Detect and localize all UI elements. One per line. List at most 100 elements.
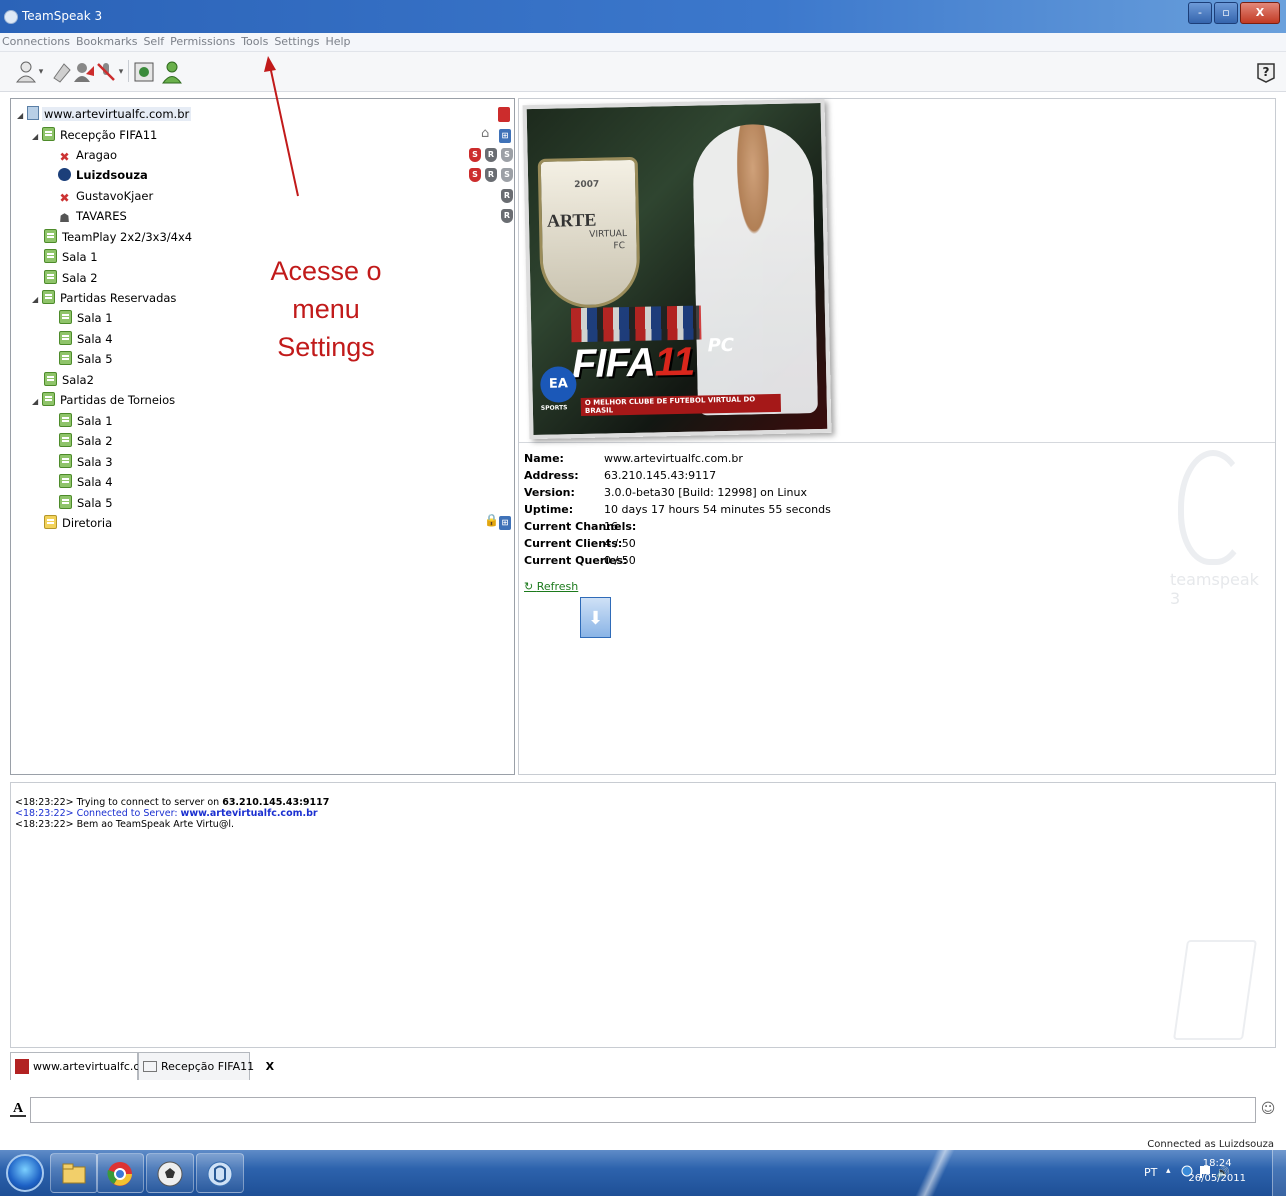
tree-subchannel[interactable]: Sala 3 xyxy=(59,452,562,472)
teamspeak-log-watermark-icon xyxy=(1172,940,1258,1040)
tree-client[interactable]: ✖ GustavoKjaer xyxy=(58,186,561,206)
server-admin-badge: S xyxy=(469,168,481,182)
explorer-icon[interactable] xyxy=(50,1153,98,1193)
chat-tabs: www.artevirtualfc.com.br Recepção FIFA11… xyxy=(10,1050,1276,1080)
channel-icon xyxy=(59,310,72,324)
channel-badge: S xyxy=(501,168,513,182)
tree-subchannel[interactable]: Sala 4 xyxy=(59,472,562,492)
maximize-button[interactable]: ▫ xyxy=(1214,2,1238,24)
channel-icon xyxy=(59,433,72,447)
emoticon-icon[interactable]: ☺ xyxy=(1260,1101,1276,1117)
help-icon[interactable]: ? xyxy=(1254,60,1278,84)
windows-taskbar: PT ▴ 🔊 18:24 26/05/2011 xyxy=(0,1150,1286,1196)
title-bar: TeamSpeak 3 - ▫ X xyxy=(0,0,1286,33)
show-desktop-button[interactable] xyxy=(1272,1150,1286,1196)
menu-connections[interactable]: Connections xyxy=(0,33,73,50)
download-icon[interactable]: ⬇ xyxy=(580,597,611,638)
annotation-text: Acesse o menu Settings xyxy=(270,256,382,362)
svg-text:?: ? xyxy=(1263,65,1270,79)
menu-settings[interactable]: Settings xyxy=(271,33,322,50)
menu-permissions[interactable]: Permissions xyxy=(167,33,238,50)
tree-subchannel[interactable]: Sala 2 xyxy=(59,431,562,451)
text-format-icon[interactable]: A xyxy=(10,1101,26,1117)
ea-sports-logo: EA xyxy=(540,366,577,403)
contacts-icon[interactable] xyxy=(160,60,184,84)
fifa-ball-icon[interactable] xyxy=(146,1153,194,1193)
ea-sports-label: SPORTS xyxy=(540,404,568,412)
channel-icon xyxy=(59,413,72,427)
tree-subchannel[interactable]: Sala 5 xyxy=(59,493,562,513)
mute-dropdown-icon[interactable]: ▾ xyxy=(116,60,126,84)
subscribe-icon[interactable] xyxy=(132,60,156,84)
banner-year: 2007 xyxy=(574,179,600,191)
log-line: <18:23:22> Connected to Server: www.arte… xyxy=(15,808,318,819)
channel-tree[interactable]: ◢ www.artevirtualfc.com.br ◢ Recepção FIFA… xyxy=(10,98,515,775)
tree-subchannel[interactable]: Sala 1 xyxy=(59,411,562,431)
system-clock[interactable]: 18:24 26/05/2011 xyxy=(1188,1156,1246,1186)
tray-expand-icon[interactable]: ▴ xyxy=(1166,1166,1171,1176)
lock-icon: 🔒 xyxy=(484,513,499,527)
log-line: <18:23:22> Bem ao TeamSpeak Arte Virtu@l… xyxy=(15,819,234,830)
channel-icon xyxy=(59,495,72,509)
language-indicator[interactable]: PT xyxy=(1144,1166,1157,1179)
refresh-link[interactable]: ↻ Refresh xyxy=(524,580,578,593)
menu-self[interactable]: Self xyxy=(140,33,167,50)
channel-icon xyxy=(44,270,57,284)
menu-help[interactable]: Help xyxy=(322,33,353,50)
mute-microphone-icon[interactable] xyxy=(94,60,118,84)
tree-server[interactable]: ◢ www.artevirtualfc.com.br xyxy=(17,104,520,124)
tree-channel[interactable]: Sala2 xyxy=(44,370,547,390)
teamspeak-taskbar-icon[interactable] xyxy=(196,1153,244,1193)
muted-speaker-icon: ✖ xyxy=(59,191,70,205)
chat-bubble-icon xyxy=(143,1061,157,1072)
server-icon xyxy=(27,106,39,120)
connect-icon[interactable] xyxy=(14,60,38,84)
tree-channel[interactable]: ◢ Partidas de Torneios xyxy=(32,390,535,410)
channel-icon xyxy=(42,392,55,406)
menu-bookmarks[interactable]: Bookmarks xyxy=(73,33,140,50)
server-tab-icon xyxy=(15,1059,29,1074)
menu-tools[interactable]: Tools xyxy=(238,33,271,50)
channel-icon xyxy=(42,127,55,141)
chat-log[interactable]: <18:23:22> Trying to connect to server o… xyxy=(10,782,1276,1048)
close-tab-button[interactable]: X xyxy=(266,1060,274,1073)
collapse-icon[interactable]: ◢ xyxy=(32,127,42,147)
tree-client[interactable]: ☗ TAVARES xyxy=(58,206,561,226)
channel-icon xyxy=(59,331,72,345)
pc-label: PC xyxy=(707,334,735,357)
collapse-icon[interactable]: ◢ xyxy=(32,392,42,412)
player-photo xyxy=(692,123,819,416)
fifa-logo: FIFA11 xyxy=(571,339,695,387)
disconnect-icon[interactable] xyxy=(50,60,74,84)
channel-icon xyxy=(44,249,57,263)
default-channel-home-icon: ⌂ xyxy=(481,126,490,141)
tree-channel[interactable]: ◢ Recepção FIFA11 xyxy=(32,125,535,145)
away-client-icon: ☗ xyxy=(59,211,70,225)
tab-server[interactable]: www.artevirtualfc.com.br xyxy=(10,1052,172,1080)
channel-icon xyxy=(59,454,72,468)
divider xyxy=(519,442,1275,443)
collapse-icon[interactable]: ◢ xyxy=(32,290,42,310)
close-button[interactable]: X xyxy=(1240,2,1280,24)
chat-input-bar: A ☺ xyxy=(10,1097,1276,1123)
channel-icon xyxy=(59,474,72,488)
players-row xyxy=(570,305,702,343)
server-banner-image[interactable]: 2007 ARTE VIRTUAL FC FIFA11 PC EA SPORTS… xyxy=(522,98,832,440)
tab-channel[interactable]: Recepção FIFA11 X xyxy=(138,1052,274,1080)
tree-channel[interactable]: TeamPlay 2x2/3x3/4x4 xyxy=(44,227,547,247)
muted-speaker-icon: ✖ xyxy=(59,150,70,164)
channel-icon xyxy=(44,372,57,386)
connect-dropdown-icon[interactable]: ▾ xyxy=(36,60,46,84)
toolbar: ▾ ▾ ? xyxy=(0,52,1286,92)
away-icon[interactable] xyxy=(72,60,96,84)
channel-icon xyxy=(42,290,55,304)
chrome-icon[interactable] xyxy=(96,1153,144,1193)
teamspeak-app-icon xyxy=(4,10,18,24)
start-button[interactable] xyxy=(6,1154,44,1192)
tree-channel[interactable]: Diretoria xyxy=(44,513,547,533)
minimize-button[interactable]: - xyxy=(1188,2,1212,24)
registered-badge: R xyxy=(485,168,497,182)
log-line: <18:23:22> Trying to connect to server o… xyxy=(15,797,330,808)
collapse-icon[interactable]: ◢ xyxy=(17,106,27,126)
chat-input[interactable] xyxy=(30,1097,1256,1123)
